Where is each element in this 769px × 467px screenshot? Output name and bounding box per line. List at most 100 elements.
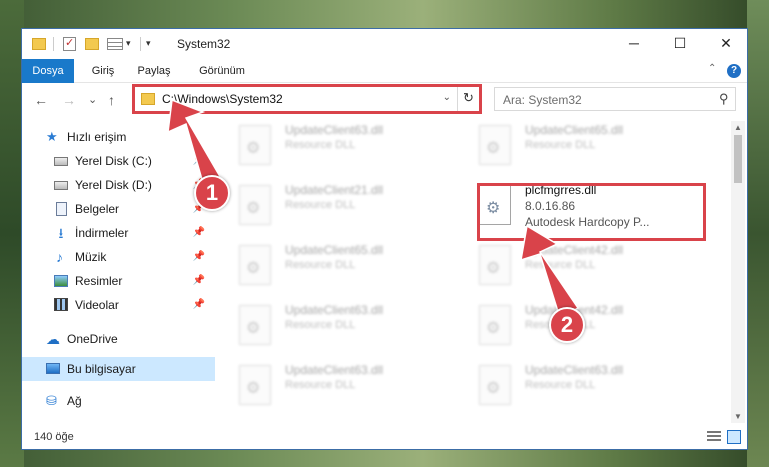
title-separator [140, 37, 141, 51]
background-forest-right [747, 0, 769, 467]
network-icon: ⛁ [46, 393, 57, 408]
sidebar-item-label: Bu bilgisayar [67, 362, 136, 376]
customize-toolbar-icon[interactable]: ▾ [146, 38, 151, 54]
navigation-pane: ★ Hızlı erişim Yerel Disk (C:) 📌 Yerel D… [22, 121, 215, 421]
navigation-bar: ← → ⌄ ↑ C:\Windows\System32 ⌄ ↻ Ara: Sys… [22, 83, 747, 117]
drive-icon [54, 181, 68, 190]
sidebar-item-quick-access[interactable]: ★ Hızlı erişim [22, 125, 215, 149]
explorer-window: ▾ ▾ System32 ─ ☐ ✕ Dosya Giriş Paylaş Gö… [21, 28, 748, 450]
file-name: UpdateClient63.dll [525, 363, 624, 377]
dll-file-icon [479, 125, 511, 165]
pin-icon[interactable]: 📌 [193, 227, 205, 238]
tab-file[interactable]: Dosya [22, 59, 74, 83]
tab-view[interactable]: Görünüm [192, 59, 252, 83]
sidebar-item-label: Yerel Disk (C:) [75, 154, 152, 168]
scrollbar-thumb[interactable] [734, 135, 742, 183]
sidebar-item-this-pc[interactable]: Bu bilgisayar [22, 357, 215, 381]
sidebar-item-music[interactable]: ♪ Müzik 📌 [22, 245, 215, 269]
music-icon: ♪ [56, 249, 63, 265]
sidebar-item-label: Resimler [75, 274, 123, 288]
star-icon: ★ [46, 129, 58, 144]
ribbon-tabs: Dosya Giriş Paylaş Görünüm ⌃ ? [22, 59, 747, 83]
search-input[interactable]: Ara: System32 ⚲ [494, 87, 736, 111]
status-bar: 140 öğe [22, 427, 747, 449]
sidebar-item-documents[interactable]: Belgeler 📌 [22, 197, 215, 221]
recent-locations-button[interactable]: ⌄ [88, 93, 97, 106]
file-description: Resource DLL [285, 199, 356, 211]
details-view-icon[interactable] [707, 431, 721, 443]
item-count: 140 öğe [34, 431, 74, 443]
file-tile[interactable]: UpdateClient63.dll Resource DLL [227, 121, 467, 175]
pictures-icon [54, 275, 68, 287]
pin-icon[interactable]: 📌 [193, 251, 205, 262]
callout-badge-2: 2 [549, 307, 585, 343]
scroll-down-icon[interactable]: ▼ [734, 412, 742, 421]
file-tile[interactable]: UpdateClient65.dll Resource DLL [227, 239, 467, 295]
file-highlight-box [477, 183, 706, 241]
documents-icon [56, 202, 67, 216]
sidebar-item-label: Yerel Disk (D:) [75, 178, 152, 192]
file-tile[interactable]: UpdateClient63.dll Resource DLL [227, 299, 467, 355]
minimize-button[interactable]: ─ [611, 29, 657, 59]
ribbon-expand-icon[interactable]: ⌃ [708, 63, 716, 74]
close-button[interactable]: ✕ [703, 29, 749, 59]
file-name: UpdateClient65.dll [525, 123, 624, 137]
view-menu-icon[interactable] [107, 38, 123, 50]
vertical-scrollbar[interactable]: ▲ ▼ [731, 121, 745, 423]
downloads-icon: ⭳ [58, 225, 64, 241]
quick-access-separator [53, 37, 54, 51]
sidebar-item-label: Müzik [75, 250, 107, 264]
sidebar-item-label: OneDrive [67, 332, 118, 346]
sidebar-item-disk-c[interactable]: Yerel Disk (C:) 📌 [22, 149, 215, 173]
help-icon[interactable]: ? [727, 64, 741, 78]
dll-file-icon [479, 245, 511, 285]
address-highlight-box [132, 84, 482, 114]
search-icon[interactable]: ⚲ [719, 91, 729, 107]
up-button[interactable]: ↑ [108, 92, 115, 108]
sidebar-item-disk-d[interactable]: Yerel Disk (D:) 📌 [22, 173, 215, 197]
pin-icon[interactable]: 📌 [193, 299, 205, 310]
tiles-view-icon[interactable] [727, 430, 741, 444]
videos-icon [54, 298, 68, 311]
sidebar-item-videos[interactable]: Videolar 📌 [22, 293, 215, 317]
new-folder-icon[interactable] [85, 38, 99, 50]
file-tile[interactable]: UpdateClient42.dll Resource DLL [467, 239, 707, 295]
dll-file-icon [239, 125, 271, 165]
drive-icon [54, 157, 68, 166]
tab-share[interactable]: Paylaş [132, 59, 176, 83]
pin-icon[interactable]: 📌 [193, 155, 205, 166]
computer-icon [46, 363, 60, 374]
sidebar-item-label: Belgeler [75, 202, 120, 216]
dll-file-icon [479, 365, 511, 405]
properties-icon[interactable] [63, 36, 76, 51]
sidebar-item-onedrive[interactable]: ☁ OneDrive [22, 327, 215, 351]
file-description: Resource DLL [525, 259, 596, 271]
file-description: Resource DLL [525, 139, 596, 151]
file-tile[interactable]: UpdateClient21.dll Resource DLL [227, 179, 467, 235]
file-tile[interactable]: UpdateClient63.dll Resource DLL [467, 359, 707, 415]
file-tile[interactable]: UpdateClient42.dll Resource DLL [467, 299, 707, 355]
maximize-button[interactable]: ☐ [657, 29, 703, 59]
file-tile[interactable]: UpdateClient65.dll Resource DLL [467, 121, 707, 175]
sidebar-item-label: Videolar [75, 298, 119, 312]
file-tile[interactable]: UpdateClient63.dll Resource DLL [227, 359, 467, 415]
file-name: UpdateClient63.dll [285, 303, 384, 317]
file-name: UpdateClient21.dll [285, 183, 384, 197]
pin-icon[interactable]: 📌 [193, 275, 205, 286]
callout-badge-1: 1 [194, 175, 230, 211]
forward-button[interactable]: → [62, 92, 76, 108]
scroll-up-icon[interactable]: ▲ [734, 123, 742, 132]
sidebar-item-label: Hızlı erişim [67, 130, 127, 144]
file-name: UpdateClient63.dll [285, 123, 384, 137]
tab-home[interactable]: Giriş [84, 59, 122, 83]
chevron-down-icon[interactable]: ▾ [126, 38, 131, 54]
file-name: UpdateClient42.dll [525, 243, 624, 257]
dll-file-icon [239, 185, 271, 225]
dll-file-icon [239, 365, 271, 405]
back-button[interactable]: ← [34, 92, 48, 108]
sidebar-item-network[interactable]: ⛁ Ağ [22, 389, 215, 413]
sidebar-item-downloads[interactable]: ⭳ İndirmeler 📌 [22, 221, 215, 245]
title-bar: ▾ ▾ System32 ─ ☐ ✕ [22, 29, 747, 59]
sidebar-item-pictures[interactable]: Resimler 📌 [22, 269, 215, 293]
folder-icon [32, 38, 46, 50]
